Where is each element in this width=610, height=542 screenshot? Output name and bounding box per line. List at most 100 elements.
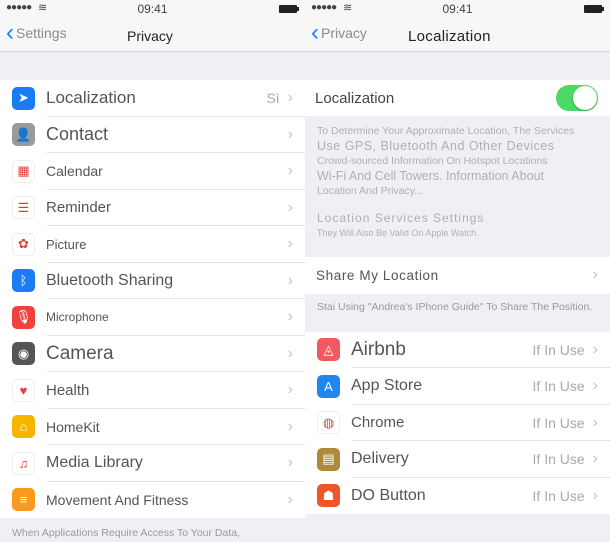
back-label: Settings bbox=[16, 25, 67, 41]
fitness-icon: ≡ bbox=[12, 488, 35, 512]
location-arrow-icon: ➤ bbox=[12, 86, 35, 110]
item-label: Picture bbox=[46, 236, 87, 252]
status-time: 09:41 bbox=[137, 2, 168, 16]
chevron-right-icon: › bbox=[287, 381, 293, 399]
toggle-knob bbox=[573, 86, 597, 110]
list-item-camera[interactable]: ◉ Camera › bbox=[0, 336, 305, 373]
share-footer: Stai Using "Andrea's IPhone Guide" To Sh… bbox=[317, 300, 593, 313]
back-button[interactable]: ‹ Privacy bbox=[311, 19, 367, 46]
contacts-icon: 👤 bbox=[12, 123, 35, 147]
item-value: If In Use bbox=[532, 487, 585, 504]
chevron-right-icon: › bbox=[287, 417, 293, 435]
list-item-chrome[interactable]: ◍ Chrome If In Use › bbox=[305, 405, 610, 442]
calendar-icon: ▦ bbox=[12, 159, 35, 183]
camera-icon: ◉ bbox=[12, 342, 35, 366]
item-label: Contact bbox=[46, 124, 109, 145]
nav-bar: ‹ Privacy Localization bbox=[305, 18, 610, 52]
list-item-picture[interactable]: ✿ Picture › bbox=[0, 226, 305, 263]
item-label: Microphone bbox=[46, 310, 109, 325]
privacy-list: ➤ Localization Sì › 👤 Contact › ▦ Calendar › ☰ Remi… bbox=[0, 80, 305, 518]
chevron-right-icon: › bbox=[287, 454, 293, 472]
battery-icon bbox=[584, 5, 604, 13]
item-value: If In Use bbox=[532, 341, 585, 358]
chevron-right-icon: › bbox=[287, 89, 293, 107]
settings-sub: They Will Also Be Valid On Apple Watch. bbox=[317, 228, 479, 238]
list-item-microphone[interactable]: 🎙 Microphone › bbox=[0, 299, 305, 336]
list-item-homekit[interactable]: ⌂ HomeKit › bbox=[0, 409, 305, 446]
item-label: Calendar bbox=[46, 163, 103, 180]
item-label: App Store bbox=[351, 377, 423, 395]
chevron-right-icon: › bbox=[592, 486, 598, 504]
chevron-right-icon: › bbox=[287, 271, 293, 289]
localization-toggle[interactable] bbox=[556, 85, 598, 111]
share-my-location-row[interactable]: Share My Location › bbox=[305, 257, 610, 294]
list-item-reminder[interactable]: ☰ Reminder › bbox=[0, 190, 305, 227]
share-group: Share My Location › bbox=[305, 257, 610, 294]
item-label: Localization bbox=[46, 88, 136, 108]
list-item-movement-and-fitness[interactable]: ≡ Movement And Fitness › bbox=[0, 482, 305, 519]
localization-toggle-group: Localization bbox=[305, 80, 610, 116]
list-item-localization[interactable]: ➤ Localization Sì › bbox=[0, 80, 305, 117]
back-label: Privacy bbox=[321, 25, 367, 41]
chevron-right-icon: › bbox=[287, 344, 293, 362]
item-label: HomeKit bbox=[46, 418, 100, 435]
list-item-calendar[interactable]: ▦ Calendar › bbox=[0, 153, 305, 190]
item-label: Delivery bbox=[351, 450, 409, 468]
item-label: Chrome bbox=[351, 414, 405, 432]
item-label: Airbnb bbox=[351, 338, 406, 360]
reminders-icon: ☰ bbox=[12, 196, 35, 220]
chevron-right-icon: › bbox=[287, 162, 293, 180]
battery-icon bbox=[279, 5, 299, 13]
do-button-icon: ☗ bbox=[317, 484, 340, 508]
list-item-health[interactable]: ♥ Health › bbox=[0, 372, 305, 409]
list-item-app-store[interactable]: A App Store If In Use › bbox=[305, 368, 610, 405]
chrome-icon: ◍ bbox=[317, 411, 340, 435]
item-label: Reminder bbox=[46, 199, 112, 217]
item-value: If In Use bbox=[532, 451, 585, 468]
item-label: Media Library bbox=[46, 454, 143, 472]
localization-description: To Determine Your Approximate Location, … bbox=[305, 116, 610, 241]
microphone-icon: 🎙 bbox=[12, 305, 35, 329]
toggle-label: Localization bbox=[315, 89, 395, 107]
list-item-media-library[interactable]: ♫ Media Library › bbox=[0, 445, 305, 482]
list-item-bluetooth-sharing[interactable]: ᛒ Bluetooth Sharing › bbox=[0, 263, 305, 300]
status-bar: ●●●●● ≋ 09:41 bbox=[0, 0, 305, 18]
chevron-right-icon: › bbox=[287, 235, 293, 253]
item-label: DO Button bbox=[351, 486, 426, 504]
chevron-right-icon: › bbox=[287, 125, 293, 143]
photos-icon: ✿ bbox=[12, 232, 35, 256]
list-item-do-button[interactable]: ☗ DO Button If In Use › bbox=[305, 478, 610, 515]
list-item-airbnb[interactable]: ◬ Airbnb If In Use › bbox=[305, 332, 610, 369]
health-heart-icon: ♥ bbox=[12, 378, 35, 402]
desc-line: To Determine Your Approximate Location, … bbox=[317, 125, 575, 137]
app-store-icon: A bbox=[317, 374, 340, 398]
airbnb-icon: ◬ bbox=[317, 338, 340, 362]
item-value: If In Use bbox=[532, 378, 585, 395]
status-bar: ●●●●● ≋ 09:41 bbox=[305, 0, 610, 18]
list-item-contact[interactable]: 👤 Contact › bbox=[0, 117, 305, 154]
delivery-icon: ▤ bbox=[317, 447, 340, 471]
item-value: If In Use bbox=[532, 414, 585, 431]
chevron-right-icon: › bbox=[287, 308, 293, 326]
share-label: Share My Location bbox=[316, 267, 439, 283]
chevron-right-icon: › bbox=[287, 198, 293, 216]
status-time: 09:41 bbox=[442, 2, 473, 16]
chevron-left-icon: ‹ bbox=[311, 19, 319, 46]
item-label: Camera bbox=[46, 342, 114, 364]
music-note-icon: ♫ bbox=[12, 451, 35, 475]
desc-line[interactable]: Location And Privacy... bbox=[317, 184, 598, 199]
back-button[interactable]: ‹ Settings bbox=[6, 21, 67, 45]
chevron-right-icon: › bbox=[592, 413, 598, 431]
nav-bar: ‹ Settings Privacy bbox=[0, 18, 305, 52]
privacy-footer: When Applications Require Access To Your… bbox=[12, 527, 241, 539]
homekit-icon: ⌂ bbox=[12, 415, 35, 439]
apps-list: ◬ Airbnb If In Use › A App Store If In Use › ◍ Ch… bbox=[305, 331, 610, 515]
localization-screen: ●●●●● ≋ 09:41 ‹ Privacy Localization Loc… bbox=[305, 0, 610, 542]
list-item-delivery[interactable]: ▤ Delivery If In Use › bbox=[305, 441, 610, 478]
page-title: Privacy bbox=[127, 28, 173, 44]
chevron-right-icon: › bbox=[287, 490, 293, 508]
chevron-right-icon: › bbox=[592, 340, 598, 358]
bluetooth-icon: ᛒ bbox=[12, 269, 35, 293]
